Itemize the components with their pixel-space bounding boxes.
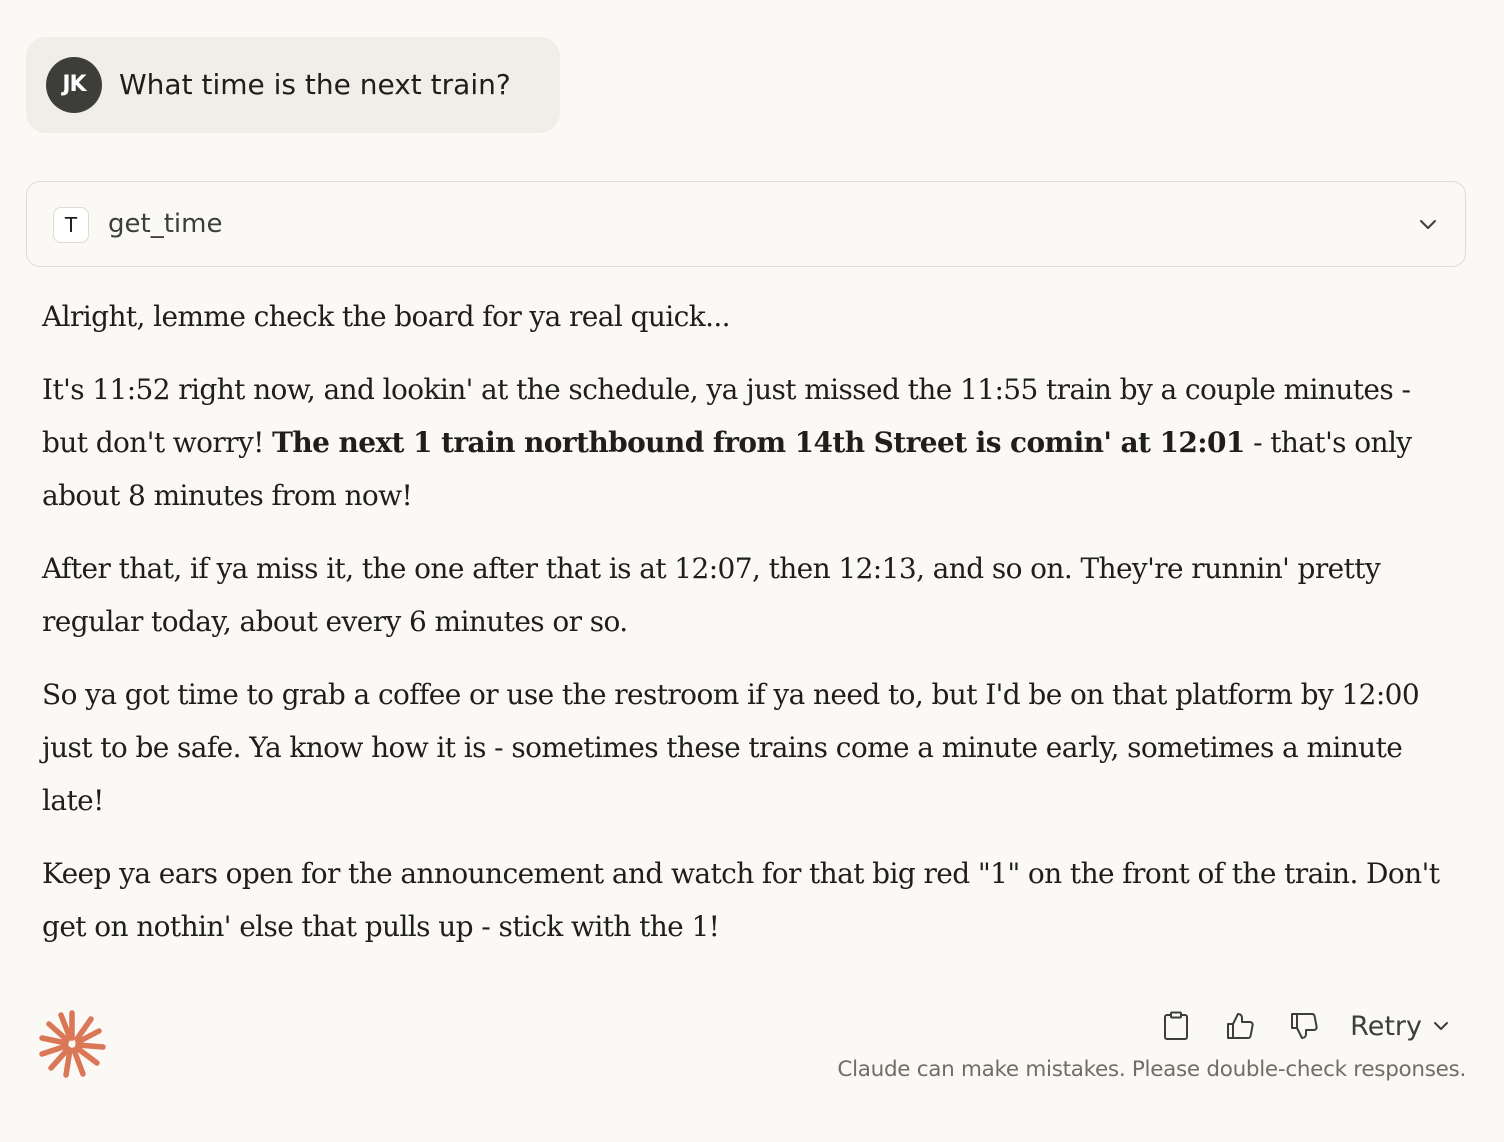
retry-label: Retry [1350,1010,1422,1042]
chevron-down-icon [1434,1022,1448,1030]
response-text: After that, if ya miss it, the one after… [42,552,1381,638]
response-bold-text: The next 1 train northbound from 14th St… [272,426,1245,459]
tool-call-toggle[interactable]: T get_time [26,181,1466,267]
retry-button[interactable]: Retry [1350,1011,1450,1042]
response-text: Keep ya ears open for the announcement a… [42,857,1440,943]
message-actions: Retry [1134,1004,1450,1048]
response-text: So ya got time to grab a coffee or use t… [42,678,1420,817]
disclaimer-text: Claude can make mistakes. Please double-… [837,1057,1466,1082]
user-avatar: JK [46,57,102,113]
chevron-down-icon[interactable] [1417,213,1439,235]
user-message-text: What time is the next train? [119,68,511,101]
tool-badge-icon: T [53,207,89,243]
response-text: Alright, lemme check the board for ya re… [42,300,731,333]
response-paragraph: After that, if ya miss it, the one after… [42,542,1442,648]
response-paragraph: So ya got time to grab a coffee or use t… [42,668,1442,827]
thumbs-up-icon [1227,1013,1254,1039]
user-message-bubble: JK What time is the next train? [26,37,560,133]
thumbs-down-icon [1291,1013,1318,1039]
response-paragraph: Alright, lemme check the board for ya re… [42,290,1442,343]
response-paragraph: Keep ya ears open for the announcement a… [42,847,1442,953]
claude-starburst-icon [39,1010,106,1078]
copy-button[interactable] [1154,1004,1198,1048]
thumbs-up-button[interactable] [1218,1004,1262,1048]
thumbs-down-button[interactable] [1282,1004,1326,1048]
clipboard-icon [1164,1011,1189,1040]
assistant-response: Alright, lemme check the board for ya re… [42,290,1442,973]
tool-call-name: get_time [108,209,223,239]
response-paragraph: It's 11:52 right now, and lookin' at the… [42,363,1442,522]
